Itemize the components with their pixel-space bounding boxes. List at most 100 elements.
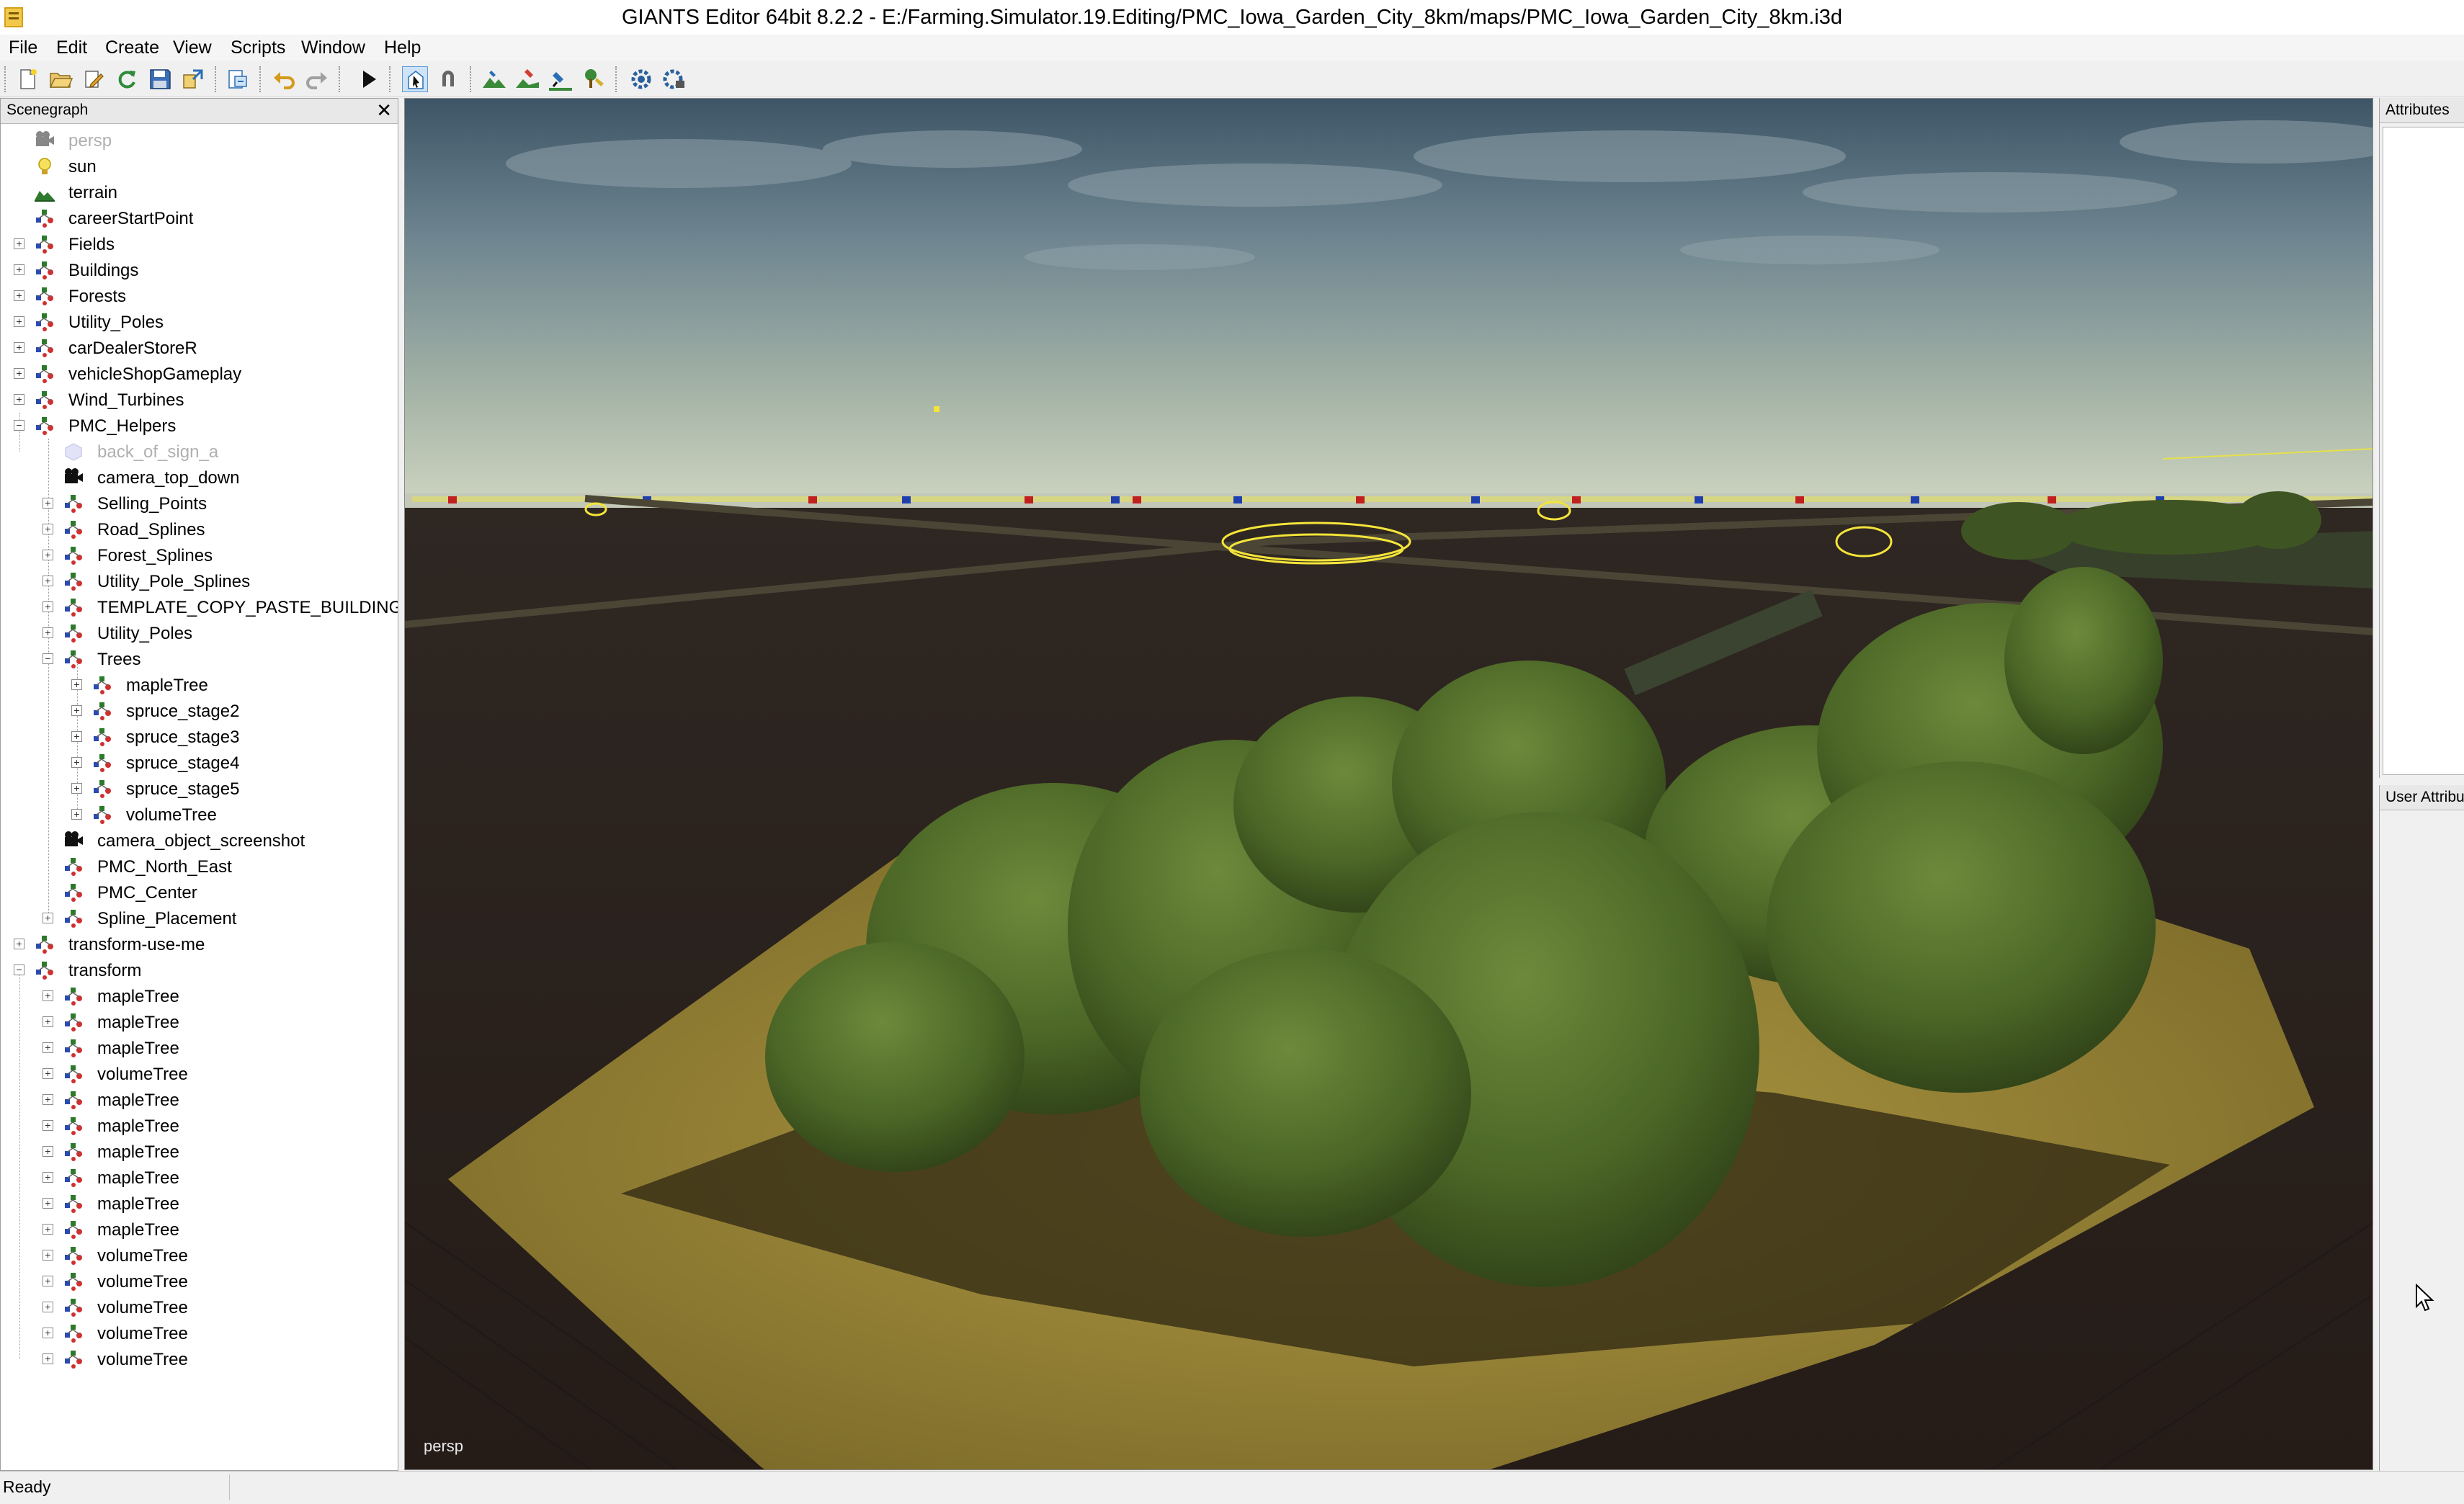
expand-icon[interactable]: + <box>71 809 82 820</box>
scenegraph-node[interactable]: camera_top_down <box>1 465 398 491</box>
scenegraph-node[interactable]: + mapleTree <box>1 1035 398 1061</box>
expand-icon[interactable]: + <box>43 1146 53 1157</box>
scenegraph-node[interactable]: + Utility_Poles <box>1 309 398 335</box>
scenegraph-node[interactable]: + Utility_Pole_Splines <box>1 568 398 594</box>
scenegraph-node[interactable]: + volumeTree <box>1 1320 398 1346</box>
scenegraph-node[interactable]: camera_object_screenshot <box>1 828 398 854</box>
collapse-icon[interactable]: − <box>14 964 24 975</box>
export-icon[interactable] <box>180 66 206 92</box>
expand-icon[interactable]: + <box>14 264 24 275</box>
open-icon[interactable] <box>48 66 73 92</box>
expand-icon[interactable]: + <box>43 1198 53 1209</box>
expand-icon[interactable]: + <box>43 1042 53 1053</box>
expand-icon[interactable]: + <box>43 524 53 534</box>
scenegraph-node[interactable]: + Forests <box>1 283 398 309</box>
scenegraph-node[interactable]: terrain <box>1 179 398 205</box>
scenegraph-node[interactable]: + volumeTree <box>1 802 398 828</box>
scenegraph-node[interactable]: + Buildings <box>1 257 398 283</box>
terrain-sculpt-icon[interactable] <box>481 66 507 92</box>
expand-icon[interactable]: + <box>43 1328 53 1338</box>
scenegraph-node[interactable]: + Road_Splines <box>1 516 398 542</box>
expand-icon[interactable]: + <box>71 757 82 768</box>
foliage-paint-icon[interactable] <box>548 66 573 92</box>
scenegraph-node[interactable]: + mapleTree <box>1 1139 398 1165</box>
scenegraph-node[interactable]: PMC_North_East <box>1 854 398 879</box>
expand-icon[interactable]: + <box>43 1172 53 1183</box>
expand-icon[interactable]: + <box>43 1353 53 1364</box>
scenegraph-node[interactable]: + volumeTree <box>1 1268 398 1294</box>
menu-edit[interactable]: Edit <box>56 36 87 60</box>
attributes-content[interactable] <box>2383 127 2464 775</box>
scenegraph-node[interactable]: + volumeTree <box>1 1061 398 1087</box>
expand-icon[interactable]: + <box>43 1302 53 1312</box>
scenegraph-node[interactable]: + transform-use-me <box>1 931 398 957</box>
expand-icon[interactable]: + <box>14 394 24 405</box>
scenegraph-node[interactable]: + Utility_Poles <box>1 620 398 646</box>
tree-paint-icon[interactable] <box>581 66 607 92</box>
scenegraph-node[interactable]: − transform <box>1 957 398 983</box>
expand-icon[interactable]: + <box>14 290 24 301</box>
menu-create[interactable]: Create <box>105 36 159 60</box>
expand-icon[interactable]: + <box>14 939 24 949</box>
scenegraph-node[interactable]: + Fields <box>1 231 398 257</box>
save-icon[interactable] <box>147 66 173 92</box>
scenegraph-node[interactable]: + volumeTree <box>1 1294 398 1320</box>
scenegraph-node[interactable]: + vehicleShopGameplay <box>1 361 398 387</box>
scenegraph-node[interactable]: + mapleTree <box>1 1087 398 1113</box>
camera-icon[interactable] <box>661 66 687 92</box>
expand-icon[interactable]: + <box>43 1120 53 1131</box>
scenegraph-node[interactable]: + spruce_stage2 <box>1 698 398 724</box>
redo-icon[interactable] <box>304 66 330 92</box>
expand-icon[interactable]: + <box>43 1276 53 1286</box>
collapse-icon[interactable]: − <box>14 420 24 431</box>
scenegraph-node[interactable]: + Forest_Splines <box>1 542 398 568</box>
expand-icon[interactable]: + <box>14 316 24 327</box>
expand-icon[interactable]: + <box>43 1224 53 1235</box>
scenegraph-node[interactable]: + Spline_Placement <box>1 905 398 931</box>
expand-icon[interactable]: + <box>71 705 82 716</box>
expand-icon[interactable]: + <box>14 238 24 249</box>
refresh-icon[interactable] <box>114 66 140 92</box>
settings-icon[interactable] <box>628 66 654 92</box>
expand-icon[interactable]: + <box>14 368 24 379</box>
scenegraph-node[interactable]: careerStartPoint <box>1 205 398 231</box>
expand-icon[interactable]: + <box>43 1068 53 1079</box>
scenegraph-node[interactable]: − Trees <box>1 646 398 672</box>
expand-icon[interactable]: + <box>71 679 82 690</box>
expand-icon[interactable]: + <box>43 913 53 923</box>
viewport-3d[interactable]: persp <box>404 98 2373 1470</box>
menu-scripts[interactable]: Scripts <box>231 36 285 60</box>
play-icon[interactable] <box>356 66 382 92</box>
expand-icon[interactable]: + <box>71 731 82 742</box>
collapse-icon[interactable]: − <box>43 653 53 664</box>
expand-icon[interactable]: + <box>43 1016 53 1027</box>
menu-view[interactable]: View <box>173 36 212 60</box>
scenegraph-node[interactable]: + mapleTree <box>1 1217 398 1243</box>
expand-icon[interactable]: + <box>43 550 53 560</box>
scenegraph-node[interactable]: + mapleTree <box>1 672 398 698</box>
scenegraph-node[interactable]: + Selling_Points <box>1 491 398 516</box>
expand-icon[interactable]: + <box>43 576 53 586</box>
menu-help[interactable]: Help <box>384 36 421 60</box>
expand-icon[interactable]: + <box>43 990 53 1001</box>
viewport-scene[interactable] <box>405 99 2373 1470</box>
edit-icon[interactable] <box>81 66 107 92</box>
expand-icon[interactable]: + <box>14 342 24 353</box>
scenegraph-node[interactable]: + carDealerStoreR <box>1 335 398 361</box>
scenegraph-node[interactable]: + mapleTree <box>1 1191 398 1217</box>
scenegraph-node[interactable]: + volumeTree <box>1 1243 398 1268</box>
expand-icon[interactable]: + <box>43 1250 53 1261</box>
import-icon[interactable] <box>225 66 251 92</box>
expand-icon[interactable]: + <box>71 783 82 794</box>
scenegraph-node[interactable]: + mapleTree <box>1 1113 398 1139</box>
scenegraph-node[interactable]: + mapleTree <box>1 1165 398 1191</box>
scenegraph-node[interactable]: sun <box>1 153 398 179</box>
magnet-icon[interactable] <box>435 66 461 92</box>
new-icon[interactable] <box>14 66 40 92</box>
menu-window[interactable]: Window <box>301 36 365 60</box>
scenegraph-node[interactable]: + mapleTree <box>1 1009 398 1035</box>
expand-icon[interactable]: + <box>43 1094 53 1105</box>
expand-icon[interactable]: + <box>43 627 53 638</box>
close-icon[interactable]: ✕ <box>376 99 392 122</box>
select-icon[interactable] <box>402 66 428 92</box>
